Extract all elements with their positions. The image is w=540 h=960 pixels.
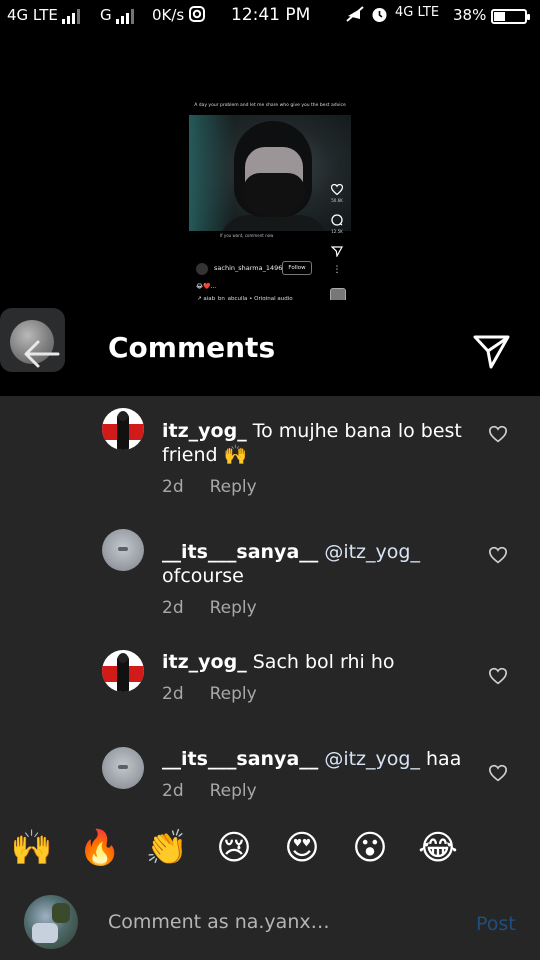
heart-icon[interactable] — [488, 546, 508, 564]
reply-button[interactable]: Reply — [210, 598, 257, 618]
avatar[interactable] — [102, 408, 144, 450]
avatar[interactable] — [102, 529, 144, 571]
status-bar: 4G LTE G 0K/s 12:41 PM 4G LTE 38% — [0, 0, 540, 34]
comment-time: 2d — [162, 477, 184, 497]
comment-text: haa — [426, 748, 462, 770]
reel-video[interactable] — [189, 115, 351, 231]
signal-icon-2 — [116, 8, 134, 24]
comment-body: __its___sanya__ @itz_yog_ ofcourse — [162, 540, 462, 588]
clock: 12:41 PM — [231, 5, 311, 25]
reel-caption-emojis: 😂❤️... — [196, 283, 217, 290]
emoji-surprised[interactable]: 😮 — [348, 828, 392, 868]
reel-caption: A day your problem and let me share who … — [194, 103, 346, 108]
comment-body: __its___sanya__ @itz_yog_ haa — [162, 747, 462, 771]
comments-list[interactable]: itz_yog_ To mujhe bana lo best friend 🙌 … — [0, 396, 540, 814]
heart-icon[interactable] — [488, 425, 508, 443]
emoji-quick-bar: 🙌 🔥 👏 😢 😍 😮 😂 — [0, 814, 540, 884]
data-speed: 0K/s — [152, 6, 185, 24]
like-count: 50.6K — [331, 198, 343, 203]
battery-percent: 38% — [453, 6, 487, 24]
comment-body: itz_yog_ To mujhe bana lo best friend 🙌 — [162, 419, 462, 467]
reel-preview[interactable]: A day your problem and let me share who … — [0, 34, 540, 314]
comment-username[interactable]: __its___sanya__ — [162, 541, 318, 563]
like-icon[interactable] — [330, 183, 344, 198]
comment-body: itz_yog_ Sach bol rhi ho — [162, 650, 462, 674]
comment-time: 2d — [162, 781, 184, 801]
reel-avatar[interactable] — [196, 263, 208, 275]
send-icon[interactable] — [330, 246, 344, 260]
battery-icon — [491, 9, 530, 24]
mute-icon — [346, 6, 364, 26]
comment-icon[interactable] — [330, 214, 344, 229]
reel-username[interactable]: sachin_sharma_1496 — [214, 264, 282, 272]
comment-username[interactable]: itz_yog_ — [162, 420, 247, 442]
comment-count: 12.5K — [331, 229, 343, 234]
reply-button[interactable]: Reply — [210, 781, 257, 801]
comment-composer: Comment as na.yanx… Post — [0, 884, 540, 960]
comment-meta: 2d Reply — [162, 598, 257, 618]
share-icon[interactable] — [473, 334, 511, 370]
emoji-laughing[interactable]: 😂 — [416, 828, 460, 868]
emoji-raising-hands[interactable]: 🙌 — [10, 828, 54, 868]
page-title: Comments — [108, 331, 276, 364]
emoji-fire[interactable]: 🔥 — [78, 828, 122, 868]
comment-meta: 2d Reply — [162, 781, 257, 801]
current-user-avatar — [24, 895, 78, 949]
comment-input[interactable]: Comment as na.yanx… — [108, 911, 330, 933]
comment-text: Sach bol rhi ho — [252, 651, 395, 673]
back-arrow-icon[interactable] — [22, 334, 62, 374]
alarm-icon — [371, 6, 388, 27]
comment-mention[interactable]: @itz_yog_ — [324, 748, 420, 770]
comment-username[interactable]: __its___sanya__ — [162, 748, 318, 770]
heart-icon[interactable] — [488, 667, 508, 685]
comment-username[interactable]: itz_yog_ — [162, 651, 247, 673]
heart-icon[interactable] — [488, 764, 508, 782]
instagram-icon — [189, 6, 205, 26]
reel-subtitle: If you want, comment now — [220, 233, 274, 238]
network-label-left: 4G LTE — [7, 6, 58, 24]
comment-meta: 2d Reply — [162, 684, 257, 704]
avatar[interactable] — [102, 747, 144, 789]
network-label-right: 4G LTE — [395, 5, 440, 20]
comments-header: Comments — [0, 300, 540, 396]
signal-icon — [62, 8, 80, 24]
reply-button[interactable]: Reply — [210, 684, 257, 704]
network-label-g: G — [100, 6, 112, 24]
comment-time: 2d — [162, 598, 184, 618]
comment-meta: 2d Reply — [162, 477, 257, 497]
reel-user-row: sachin_sharma_1496 Follow — [196, 261, 346, 277]
reply-button[interactable]: Reply — [210, 477, 257, 497]
emoji-heart-eyes[interactable]: 😍 — [280, 828, 324, 868]
emoji-sad[interactable]: 😢 — [212, 828, 256, 868]
comment-mention[interactable]: @itz_yog_ — [324, 541, 420, 563]
comment-text: ofcourse — [162, 565, 244, 587]
post-button[interactable]: Post — [476, 913, 516, 935]
follow-button[interactable]: Follow — [282, 261, 312, 275]
comment-time: 2d — [162, 684, 184, 704]
emoji-clapping[interactable]: 👏 — [145, 828, 189, 868]
avatar[interactable] — [102, 650, 144, 692]
